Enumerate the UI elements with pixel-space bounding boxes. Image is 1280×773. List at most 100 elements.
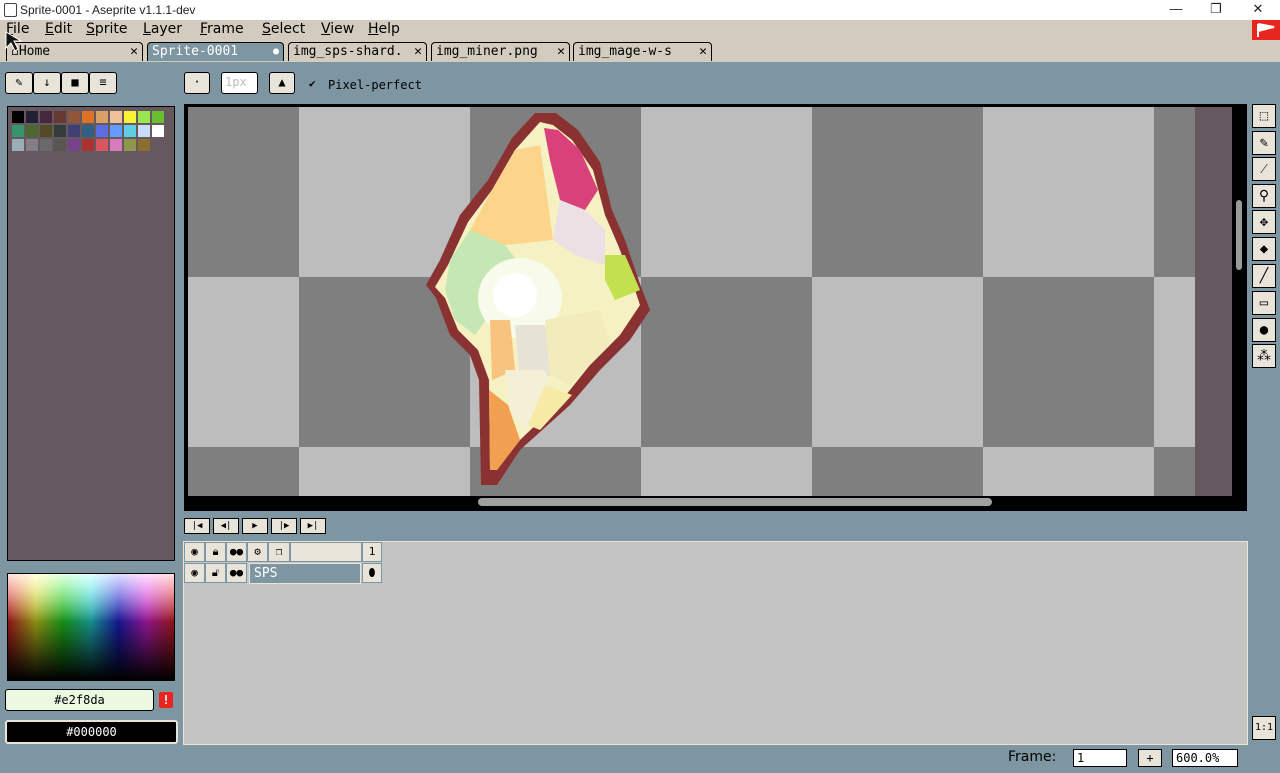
palette-swatch[interactable] [152, 111, 164, 123]
palette-swatch[interactable] [124, 125, 136, 137]
foreground-color-field[interactable]: #e2f8da [5, 689, 154, 711]
paint-bucket-icon[interactable]: ◆ [1252, 237, 1276, 261]
pixel-perfect-label[interactable]: Pixel-perfect [328, 78, 422, 92]
notifications-flag-icon[interactable] [1252, 20, 1280, 40]
continuous-header-icon[interactable]: ●● [226, 542, 247, 562]
zoom-one-to-one-button[interactable]: 1:1 [1252, 716, 1276, 740]
palette-swatch[interactable] [82, 125, 94, 137]
frame-header[interactable]: 1 [362, 542, 382, 562]
palette-swatch[interactable] [124, 139, 136, 151]
palette-swatch[interactable] [68, 125, 80, 137]
palette-swatch[interactable] [82, 111, 94, 123]
palette-swatch[interactable] [138, 125, 150, 137]
zoom-field[interactable]: 600.0% [1172, 749, 1238, 767]
palette-swatch[interactable] [96, 125, 108, 137]
palette-swatch[interactable] [110, 111, 122, 123]
warning-icon[interactable]: ! [159, 692, 173, 708]
menu-edit[interactable]: Edit [45, 21, 72, 37]
add-frame-button[interactable]: + [1138, 749, 1162, 767]
ink-type-icon[interactable]: ▲ [269, 72, 295, 94]
brush-type-button[interactable]: · [184, 72, 210, 94]
palette-swatch[interactable] [68, 111, 80, 123]
frame-label: Frame: [1008, 749, 1057, 765]
palette-swatch[interactable] [12, 125, 24, 137]
edit-palette-button[interactable]: ✎ [5, 72, 33, 94]
layer-continuous-icon[interactable]: ●● [226, 563, 247, 583]
rect-marquee-icon[interactable]: ⬚ [1252, 104, 1276, 128]
palette-swatch[interactable] [26, 125, 38, 137]
palette-swatch[interactable] [12, 111, 24, 123]
frame-number-field[interactable]: 1 [1073, 749, 1127, 767]
close-tab-icon[interactable]: ✕ [414, 43, 422, 61]
modified-dot-icon[interactable]: ● [273, 43, 279, 61]
gear-icon[interactable]: ⚙ [247, 542, 268, 562]
palette-swatch[interactable] [124, 111, 136, 123]
tab-img-mage-w-s[interactable]: img_mage-w-s ✕ [573, 42, 712, 61]
layer-visibility-eye-icon[interactable]: ◉ [184, 563, 205, 583]
first-frame-button[interactable]: |◀ [184, 518, 210, 534]
menu-frame[interactable]: Frame [200, 21, 244, 37]
menu-select[interactable]: Select [262, 21, 305, 37]
palette-swatch[interactable] [26, 139, 38, 151]
palette-swatch[interactable] [12, 139, 24, 151]
tab-img-sps-shard[interactable]: img_sps-shard. ✕ [288, 42, 427, 61]
zoom-icon[interactable]: ⚲ [1252, 184, 1276, 208]
palette-swatch[interactable] [54, 111, 66, 123]
palette-swatch[interactable] [54, 125, 66, 137]
pixel-perfect-checkbox-icon[interactable]: ✔ [309, 77, 316, 90]
close-tab-icon[interactable]: ✕ [130, 43, 138, 61]
close-tab-icon[interactable]: ✕ [699, 43, 707, 61]
move-icon[interactable]: ✥ [1252, 210, 1276, 234]
minimize-button[interactable]: — [1156, 0, 1196, 20]
palette-swatch[interactable] [96, 139, 108, 151]
eraser-icon[interactable]: ✎ [1252, 131, 1276, 155]
close-window-button[interactable]: ✕ [1238, 0, 1278, 20]
palette-swatch[interactable] [26, 111, 38, 123]
visibility-header-icon[interactable]: ◉ [184, 542, 205, 562]
next-frame-button[interactable]: |▶ [271, 518, 297, 534]
palette-swatch[interactable] [54, 139, 66, 151]
palette-swatch[interactable] [96, 111, 108, 123]
brush-size-field[interactable]: 1px [221, 72, 258, 94]
close-tab-icon[interactable]: ✕ [557, 43, 565, 61]
maximize-button[interactable]: ❐ [1196, 0, 1236, 20]
color-spectrum[interactable] [7, 573, 175, 681]
previous-frame-button[interactable]: ◀| [213, 518, 239, 534]
cel-keyframe-icon[interactable]: ⬮ [362, 563, 382, 583]
menu-sprite[interactable]: Sprite [86, 21, 128, 37]
vertical-scrollbar[interactable] [1236, 200, 1242, 270]
rectangle-icon[interactable]: ▭ [1252, 291, 1276, 315]
tab-home[interactable]: ⌂Home ✕ [6, 42, 143, 61]
palette-swatch[interactable] [138, 111, 150, 123]
palette-swatch[interactable] [110, 125, 122, 137]
layer-name[interactable]: SPS [249, 563, 361, 584]
eyedropper-icon[interactable]: ⁄ [1252, 157, 1276, 181]
background-color-field[interactable]: #000000 [5, 720, 178, 744]
palette-swatch[interactable] [40, 111, 52, 123]
palette-menu-icon[interactable]: ≡ [89, 72, 117, 94]
menu-view[interactable]: View [321, 21, 354, 37]
palette-swatch[interactable] [68, 139, 80, 151]
lock-header-icon[interactable]: 🔒︎ [205, 542, 226, 562]
contour-icon[interactable]: ● [1252, 318, 1276, 342]
tab-img-miner[interactable]: img_miner.png ✕ [431, 42, 570, 61]
horizontal-scrollbar[interactable] [478, 498, 992, 506]
menu-layer[interactable]: Layer [143, 21, 182, 37]
last-frame-button[interactable]: ▶| [300, 518, 326, 534]
tab-sprite-0001[interactable]: Sprite-0001 ● [147, 42, 284, 61]
sprite-canvas[interactable] [188, 107, 1195, 496]
play-button[interactable]: ▶ [242, 518, 268, 534]
menu-help[interactable]: Help [368, 21, 400, 37]
palette-swatch[interactable] [40, 125, 52, 137]
palette-swatch[interactable] [110, 139, 122, 151]
palette-swatch[interactable] [40, 139, 52, 151]
palette-swatch[interactable] [138, 139, 150, 151]
palette-swatch[interactable] [82, 139, 94, 151]
onion-skin-icon[interactable]: ❐ [268, 542, 290, 562]
palette-swatch[interactable] [152, 125, 164, 137]
layer-lock-icon[interactable]: 🔓︎ [205, 563, 226, 583]
line-icon[interactable]: ╱ [1252, 264, 1276, 288]
palette-options-down-button[interactable]: ↓ [33, 72, 61, 94]
palette-save-button[interactable]: ■ [61, 72, 89, 94]
spray-icon[interactable]: ⁂ [1252, 344, 1276, 368]
